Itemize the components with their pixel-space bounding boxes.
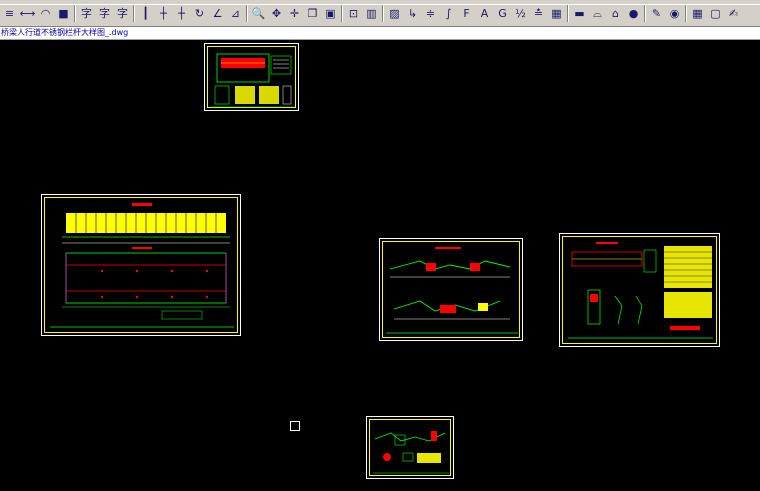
drawing-sheet-2[interactable] (41, 194, 241, 336)
distance-icon[interactable]: ⟷ (19, 5, 36, 22)
toolbar-separator (74, 5, 76, 22)
eye-icon[interactable]: ◉ (666, 5, 683, 22)
text-edit-icon[interactable]: 字 (114, 5, 131, 22)
window-icon[interactable]: ⊡ (345, 5, 362, 22)
sheet-5-content (373, 431, 449, 474)
hatch-icon[interactable]: ▬ (571, 5, 588, 22)
toolbar-separator (685, 5, 687, 22)
dim-continue-icon[interactable]: ┃ (137, 5, 154, 22)
stair-icon[interactable]: ≑ (422, 5, 439, 22)
scale-100-icon[interactable]: ½ (512, 5, 529, 22)
sheet-4-content (568, 242, 713, 339)
calculator-icon[interactable]: ▦ (689, 5, 706, 22)
dimension-linear-icon[interactable]: 字 (78, 5, 95, 22)
drawing-tab-bar: 桥梁人行道不锈钢栏杆大样图_.dwg (0, 27, 760, 40)
leader-icon[interactable]: F (458, 5, 475, 22)
dim-baseline-icon[interactable]: ┼ (155, 5, 172, 22)
sheet-3-content (386, 247, 518, 334)
arc-length-icon[interactable]: ◠ (37, 5, 54, 22)
dim-ordinate-icon[interactable]: ┼ (173, 5, 190, 22)
zoom-realtime-icon[interactable]: 🔍 (250, 5, 267, 22)
toolbar-separator (644, 5, 646, 22)
building-icon[interactable]: ⌂ (607, 5, 624, 22)
toolbar-separator (567, 5, 569, 22)
move-icon[interactable]: ✛ (286, 5, 303, 22)
bridge-icon[interactable]: ⌓ (589, 5, 606, 22)
drawing-sheet-1[interactable] (204, 43, 299, 111)
frame-icon[interactable]: ▢ (707, 5, 724, 22)
table-icon[interactable]: ▥ (363, 5, 380, 22)
pan-icon[interactable]: ✥ (268, 5, 285, 22)
dim-radius-icon[interactable]: ⊿ (227, 5, 244, 22)
block-icon[interactable]: ▣ (322, 5, 339, 22)
rotate-icon[interactable]: ↻ (191, 5, 208, 22)
curve-icon[interactable]: ∫ (440, 5, 457, 22)
stack-icon[interactable]: ■ (55, 5, 72, 22)
polyline-icon[interactable]: ↳ (404, 5, 421, 22)
dim-angle-icon[interactable]: ∠ (209, 5, 226, 22)
sheet-1-content (211, 53, 294, 108)
align-left-icon[interactable]: ≡ (1, 5, 18, 22)
toolbar: ≡ ⟷ ◠ ■ 字字字 ┃ ┼ ┼ ↻ ∠ ⊿ 🔍 ✥ ✛ ❐ ▣ ⊡ ▥ ▨ ↳ ≑ ∫ F A G ½ ≛ ▦ ▬ ⌓ ⌂ ● ✎ ◉ ▦ ▢ ✍ (0, 0, 760, 27)
drawing-sheet-4[interactable] (559, 233, 720, 347)
car-icon[interactable]: ● (625, 5, 642, 22)
pencil-icon[interactable]: ✎ (648, 5, 665, 22)
toolbar-separator (133, 5, 135, 22)
brush-icon[interactable]: ✍ (725, 5, 742, 22)
pickbox-cursor (290, 421, 300, 431)
toolbar-separator (246, 5, 248, 22)
toolbar-separator (382, 5, 384, 22)
drawing-sheet-5[interactable] (366, 416, 454, 479)
drawing-sheet-3[interactable] (379, 238, 523, 341)
toolbar-separator (341, 5, 343, 22)
drawing-tab-title[interactable]: 桥梁人行道不锈钢栏杆大样图_.dwg (1, 27, 128, 39)
text-a-icon[interactable]: A (476, 5, 493, 22)
copy-icon[interactable]: ❐ (304, 5, 321, 22)
sheet-2-content (50, 203, 234, 328)
text-style-icon[interactable]: 字 (96, 5, 113, 22)
dim-style-icon[interactable]: ≛ (530, 5, 547, 22)
image-icon[interactable]: ▨ (386, 5, 403, 22)
grid-icon[interactable]: ▦ (548, 5, 565, 22)
text-g-icon[interactable]: G (494, 5, 511, 22)
